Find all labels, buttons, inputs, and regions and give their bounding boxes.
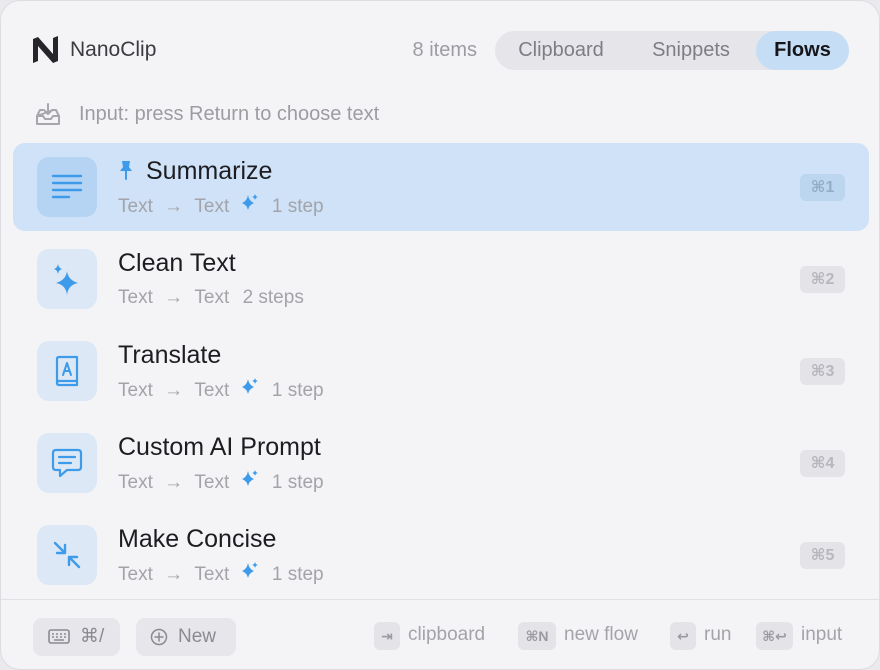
compress-icon: [53, 541, 81, 569]
flow-input-type: Text: [118, 472, 153, 493]
cmd-n-key-badge: ⌘N: [518, 622, 556, 650]
flow-shortcut: ⌘4: [800, 450, 845, 477]
flow-icon-box: [37, 341, 97, 401]
flow-title: Make Concise: [118, 525, 277, 553]
hint-new-flow: new flow: [564, 624, 638, 645]
plus-circle-icon: [150, 628, 168, 646]
chat-bubble-icon: [51, 448, 83, 478]
flow-output-type: Text: [194, 564, 230, 585]
hint-clipboard: clipboard: [408, 624, 486, 645]
cmd-return-key-badge: ⌘↩: [756, 622, 793, 650]
flow-output-type: Text: [194, 472, 230, 493]
flow-title: Clean Text: [118, 249, 236, 277]
hint-run: run: [704, 624, 732, 645]
arrow: →: [164, 380, 184, 401]
flow-meta: Text → Text 1 step: [118, 469, 324, 495]
flow-meta: Text → Text 1 step: [118, 561, 324, 587]
flow-steps: 1 step: [271, 196, 324, 217]
flow-title: Summarize: [146, 157, 273, 185]
flow-input-type: Text: [118, 564, 153, 585]
tray-download-icon: [36, 103, 60, 125]
flow-row-make-concise[interactable]: Make Concise Text → Text 1 step ⌘5: [13, 511, 869, 599]
arrow: →: [164, 196, 184, 217]
flow-output-type: Text: [194, 380, 230, 401]
flow-meta: Text → Text 2 steps: [118, 287, 304, 309]
flow-shortcut: ⌘2: [800, 266, 845, 293]
flow-icon-box: [37, 525, 97, 585]
flow-shortcut: ⌘1: [800, 174, 845, 201]
nanoclip-window: NanoClip 8 items Clipboard Snippets Flow…: [0, 0, 880, 670]
flow-steps: 1 step: [271, 564, 324, 585]
ai-sparkle-icon: [241, 561, 259, 585]
flow-row-translate[interactable]: Translate Text → Text 1 step ⌘3: [13, 327, 869, 415]
arrow: →: [164, 564, 184, 585]
tab-snippets[interactable]: Snippets: [631, 31, 751, 70]
flow-row-summarize[interactable]: Summarize Text → Text 1 step ⌘1: [13, 143, 869, 231]
arrow: →: [164, 472, 184, 493]
new-button-label: New: [178, 626, 217, 647]
dictionary-icon: [55, 355, 79, 387]
keyboard-shortcut-label: ⌘/: [80, 626, 105, 647]
pin-icon: [120, 161, 132, 180]
sparkles-icon: [54, 264, 78, 295]
flow-meta: Text → Text 1 step: [118, 193, 324, 219]
footer: ⌘/ New ⇥ clipboard ⌘N new flow ↩ run ⌘↩ …: [1, 599, 879, 669]
ai-sparkle-icon: [241, 469, 259, 493]
flow-steps: 2 steps: [242, 287, 304, 308]
flow-output-type: Text: [194, 196, 230, 217]
flow-input-type: Text: [118, 196, 153, 217]
input-hint: Input: press Return to choose text: [79, 103, 380, 125]
flow-output-type: Text: [194, 287, 230, 308]
return-key-badge: ↩: [670, 622, 696, 650]
item-count: 8 items: [412, 39, 477, 61]
tab-flows[interactable]: Flows: [756, 31, 849, 70]
new-flow-button[interactable]: New: [136, 618, 236, 656]
ai-sparkle-icon: [241, 193, 259, 217]
flow-icon-box: [37, 249, 97, 309]
flow-title: Custom AI Prompt: [118, 433, 321, 461]
flow-row-clean-text[interactable]: Clean Text Text → Text 2 steps ⌘2: [13, 235, 869, 323]
flow-input-type: Text: [118, 287, 153, 308]
flow-steps: 1 step: [271, 472, 324, 493]
app-title: NanoClip: [70, 38, 157, 61]
flow-row-custom-ai-prompt[interactable]: Custom AI Prompt Text → Text 1 step ⌘4: [13, 419, 869, 507]
ai-sparkle-icon: [241, 377, 259, 401]
flow-icon-box: [37, 157, 97, 217]
flow-steps: 1 step: [271, 380, 324, 401]
flow-shortcut: ⌘3: [800, 358, 845, 385]
input-chooser[interactable]: Input: press Return to choose text: [34, 99, 634, 131]
view-switcher: Clipboard Snippets Flows: [495, 31, 849, 70]
arrow: →: [164, 287, 184, 308]
flow-meta: Text → Text 1 step: [118, 377, 324, 403]
flow-input-type: Text: [118, 380, 153, 401]
keyboard-icon: [48, 629, 70, 644]
tab-clipboard[interactable]: Clipboard: [501, 31, 621, 70]
nanoclip-logo-icon: [33, 36, 58, 63]
keyboard-shortcuts-button[interactable]: ⌘/: [33, 618, 120, 656]
lines-icon: [51, 174, 83, 199]
flow-shortcut: ⌘5: [800, 542, 845, 569]
hint-input: input: [801, 624, 843, 645]
flow-title: Translate: [118, 341, 222, 369]
header: NanoClip 8 items Clipboard Snippets Flow…: [1, 1, 879, 97]
tab-key-badge: ⇥: [374, 622, 400, 650]
flow-icon-box: [37, 433, 97, 493]
